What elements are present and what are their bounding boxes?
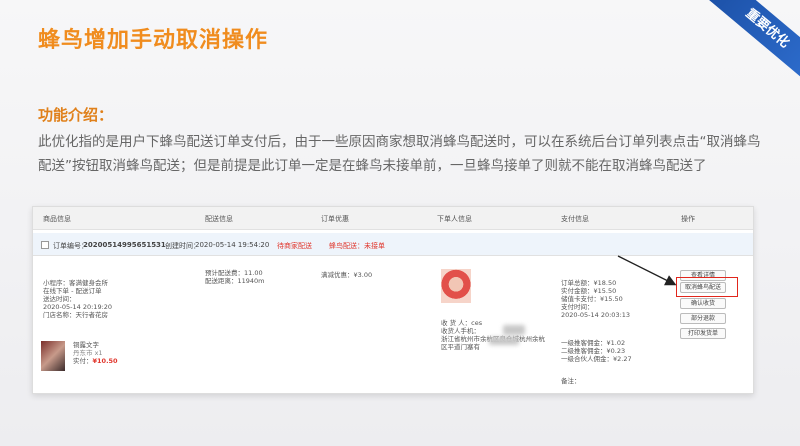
pointer-arrow-icon [617,255,677,286]
